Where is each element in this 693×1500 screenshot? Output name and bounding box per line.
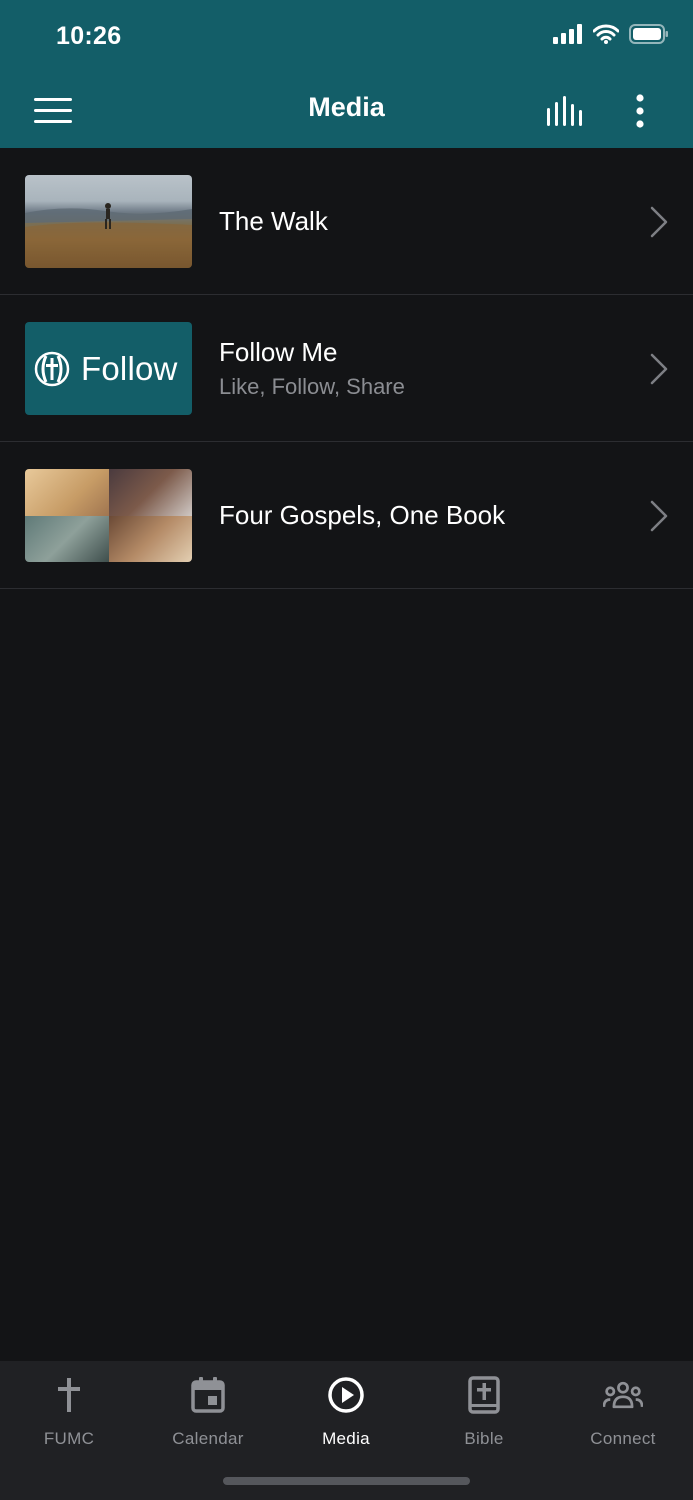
media-item-text: Follow Me Like, Follow, Share <box>219 295 405 441</box>
chevron-right-icon <box>650 206 668 238</box>
bible-icon <box>464 1375 504 1415</box>
walker-silhouette-icon <box>25 203 192 268</box>
battery-icon <box>629 24 668 44</box>
gospels-thumbnail-quadrant <box>108 515 192 562</box>
four-gospels-thumbnail <box>25 469 192 562</box>
church-logo-icon <box>34 351 70 386</box>
gospels-thumbnail-quadrant <box>25 515 109 562</box>
status-icons <box>553 24 669 44</box>
tab-label: Calendar <box>172 1429 244 1448</box>
status-time: 10:26 <box>56 22 122 50</box>
tab-label: FUMC <box>43 1429 95 1448</box>
tab-fumc[interactable]: FUMC <box>0 1361 138 1461</box>
the-walk-thumbnail <box>25 175 192 268</box>
tab-media[interactable]: Media <box>277 1361 415 1461</box>
media-item-subtitle: Like, Follow, Share <box>219 373 405 399</box>
play-circle-icon <box>326 1375 366 1415</box>
media-list: The Walk Follow Follow Me Like, Follow, … <box>0 148 693 589</box>
app-header: 10:26 Media <box>0 0 693 148</box>
media-item-follow-me[interactable]: Follow Follow Me Like, Follow, Share <box>0 295 693 442</box>
media-item-text: Four Gospels, One Book <box>219 442 505 588</box>
media-item-title: Follow Me <box>219 336 338 367</box>
more-vertical-icon <box>636 94 644 128</box>
tab-label: Media <box>322 1429 370 1448</box>
people-icon <box>603 1375 643 1415</box>
media-item-title: Four Gospels, One Book <box>219 499 506 530</box>
more-options-button[interactable] <box>618 86 662 136</box>
wifi-icon <box>593 24 619 44</box>
media-item-the-walk[interactable]: The Walk <box>0 148 693 295</box>
media-item-title: The Walk <box>219 205 328 236</box>
calendar-icon <box>188 1375 228 1415</box>
cross-icon <box>49 1375 89 1415</box>
tab-connect[interactable]: Connect <box>554 1361 692 1461</box>
tab-label: Connect <box>590 1429 656 1448</box>
chevron-right-icon <box>650 353 668 385</box>
tab-label: Bible <box>464 1429 504 1448</box>
gospels-thumbnail-quadrant <box>25 469 109 516</box>
media-item-four-gospels[interactable]: Four Gospels, One Book <box>0 442 693 589</box>
tab-bible[interactable]: Bible <box>415 1361 553 1461</box>
tab-calendar[interactable]: Calendar <box>139 1361 277 1461</box>
audio-levels-button[interactable] <box>540 88 592 134</box>
follow-thumbnail-text: Follow <box>81 349 178 387</box>
media-item-text: The Walk <box>219 148 328 294</box>
gospels-thumbnail-quadrant <box>108 469 192 516</box>
bar-chart-icon <box>547 96 582 126</box>
home-indicator[interactable] <box>223 1477 470 1485</box>
chevron-right-icon <box>650 500 668 532</box>
signal-icon <box>553 24 582 44</box>
follow-me-thumbnail: Follow <box>25 322 192 415</box>
media-screen: 10:26 Media The Walk Follow Follow Me Li… <box>0 0 693 1500</box>
